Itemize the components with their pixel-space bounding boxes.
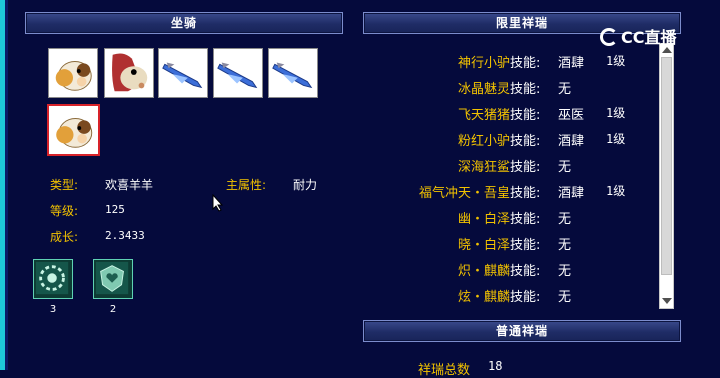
item-name: 深海狂鲨 — [457, 160, 510, 175]
heart-shield-skill-icon — [95, 261, 129, 295]
item-skill-value: 无 — [558, 238, 572, 253]
type-value: 欢喜羊羊 — [105, 178, 154, 192]
blue-jet-icon — [217, 62, 258, 89]
skill-slot-1[interactable] — [33, 259, 73, 299]
list-item[interactable]: 福气冲天・吾皇 技能: 酒肆 1级 — [365, 182, 655, 208]
item-name: 冰晶魅灵 — [457, 82, 510, 97]
sheep-mount-icon — [56, 118, 93, 148]
mount-panel-header: 坐骑 — [25, 12, 343, 34]
item-skill-level: 1级 — [606, 106, 626, 120]
normal-panel-header: 普通祥瑞 — [363, 320, 681, 342]
item-skill-label: 技能: — [510, 108, 541, 123]
list-item[interactable]: 幽・白泽 技能: 无 — [365, 208, 655, 234]
skill-count-1: 3 — [49, 304, 57, 315]
item-skill-value: 无 — [558, 212, 572, 227]
list-item[interactable]: 粉红小驴 技能: 酒肆 1级 — [365, 130, 655, 156]
item-name: 晓・白泽 — [457, 238, 510, 253]
total-count-value: 18 — [488, 359, 503, 373]
item-skill-label: 技能: — [510, 212, 541, 227]
sheep-mount-icon — [55, 61, 92, 91]
scrollbar-thumb[interactable] — [661, 57, 672, 275]
growth-value: 2.3433 — [105, 229, 145, 242]
attr-label: 主属性: — [226, 178, 267, 192]
level-label: 等级: — [50, 204, 79, 218]
list-item[interactable]: 深海狂鲨 技能: 无 — [365, 156, 655, 182]
gear-skill-icon — [35, 261, 69, 295]
attr-value: 耐力 — [293, 178, 318, 192]
mount-slot-sheep-selected[interactable] — [47, 104, 100, 156]
item-skill-value: 无 — [558, 82, 572, 97]
blue-jet-icon — [162, 62, 203, 89]
item-skill-label: 技能: — [510, 160, 541, 175]
mount-slot-jet-2[interactable] — [213, 48, 263, 98]
item-name: 飞天猪猪 — [457, 108, 510, 123]
item-skill-label: 技能: — [510, 82, 541, 97]
mouse-cursor-icon — [212, 194, 224, 212]
list-item[interactable]: 冰晶魅灵 技能: 无 — [365, 78, 655, 104]
item-skill-value: 无 — [558, 160, 572, 175]
mount-slot-jet-1[interactable] — [158, 48, 208, 98]
item-skill-level: 1级 — [606, 132, 626, 146]
mount-slot-jet-3[interactable] — [268, 48, 318, 98]
item-name: 炫・麒麟 — [457, 290, 510, 305]
item-skill-value: 无 — [558, 290, 572, 305]
item-name: 福气冲天・吾皇 — [418, 186, 510, 201]
total-count-label: 祥瑞总数 — [418, 363, 471, 378]
cc-logo-icon — [600, 28, 618, 46]
skill-slot-2[interactable] — [93, 259, 133, 299]
item-skill-label: 技能: — [510, 290, 541, 305]
item-skill-level: 1级 — [606, 54, 626, 68]
scroll-down-arrow-icon[interactable] — [662, 298, 672, 304]
blue-jet-icon — [272, 62, 313, 89]
list-item[interactable]: 炽・麒麟 技能: 无 — [365, 260, 655, 286]
cc-live-watermark: CC直播 — [600, 24, 677, 48]
item-name: 粉红小驴 — [457, 134, 510, 149]
mount-slot-sheep[interactable] — [48, 48, 98, 98]
left-border-inner — [5, 0, 8, 370]
horse-mount-icon — [112, 53, 148, 92]
skill-count-2: 2 — [109, 304, 117, 315]
item-skill-label: 技能: — [510, 264, 541, 279]
watermark-text: CC直播 — [621, 28, 677, 47]
growth-label: 成长: — [50, 230, 79, 244]
item-skill-value: 酒肆 — [558, 56, 585, 71]
item-skill-label: 技能: — [510, 56, 541, 71]
item-skill-value: 酒肆 — [558, 186, 585, 201]
list-item[interactable]: 飞天猪猪 技能: 巫医 1级 — [365, 104, 655, 130]
item-name: 神行小驴 — [457, 56, 510, 71]
item-skill-value: 巫医 — [558, 108, 585, 123]
item-name: 炽・麒麟 — [457, 264, 510, 279]
item-skill-label: 技能: — [510, 238, 541, 253]
item-skill-label: 技能: — [510, 134, 541, 149]
list-item[interactable]: 炫・麒麟 技能: 无 — [365, 286, 655, 312]
level-value: 125 — [105, 203, 125, 216]
item-name: 幽・白泽 — [457, 212, 510, 227]
mount-slot-horse[interactable] — [104, 48, 154, 98]
list-item[interactable]: 晓・白泽 技能: 无 — [365, 234, 655, 260]
type-label: 类型: — [50, 178, 79, 192]
list-item[interactable]: 神行小驴 技能: 酒肆 1级 — [365, 52, 655, 78]
item-skill-value: 酒肆 — [558, 134, 585, 149]
item-skill-label: 技能: — [510, 186, 541, 201]
item-skill-value: 无 — [558, 264, 572, 279]
item-skill-level: 1级 — [606, 184, 626, 198]
